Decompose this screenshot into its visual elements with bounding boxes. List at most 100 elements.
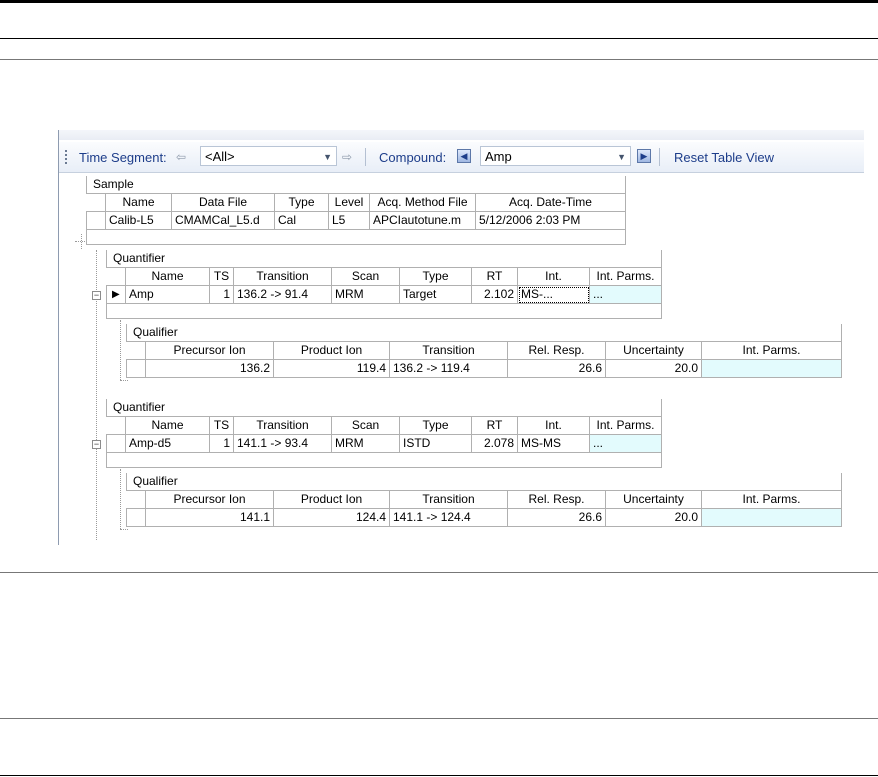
qualifier-uncertainty-cell[interactable]: 20.0 [606, 360, 702, 378]
page-top-rule [0, 0, 878, 3]
quantifier-ts-cell[interactable]: 1 [210, 286, 234, 304]
col-rt[interactable]: RT [472, 417, 518, 435]
quantifier-rt-cell[interactable]: 2.102 [472, 286, 518, 304]
qualifier-rel-resp-cell[interactable]: 26.6 [508, 360, 606, 378]
col-scan[interactable]: Scan [332, 268, 400, 286]
quantifier-type-cell[interactable]: Target [400, 286, 472, 304]
quantifier-scan-cell[interactable]: MRM [332, 286, 400, 304]
col-int[interactable]: Int. [518, 417, 590, 435]
qualifier-product-cell[interactable]: 124.4 [274, 509, 390, 527]
col-transition[interactable]: Transition [390, 342, 508, 360]
next-compound-right-arrow-icon[interactable]: ▶ [637, 149, 651, 163]
quantifier-scan-cell[interactable]: MRM [332, 435, 400, 453]
sample-row-header-blank [86, 194, 106, 212]
reset-table-view-button[interactable]: Reset Table View [674, 150, 774, 165]
col-int-parms[interactable]: Int. Parms. [702, 491, 842, 509]
col-name[interactable]: Name [106, 194, 172, 212]
quantifier-type-cell[interactable]: ISTD [400, 435, 472, 453]
time-segment-select[interactable]: <All> ▼ [200, 146, 337, 166]
quantifier-int-cell[interactable]: MS-... [518, 286, 590, 304]
qualifier-transition-cell[interactable]: 141.1 -> 124.4 [390, 509, 508, 527]
page-rule [0, 718, 878, 719]
col-ts[interactable]: TS [210, 268, 234, 286]
prev-time-segment-left-arrow-icon[interactable]: ⇦ [176, 150, 186, 164]
sample-name-cell[interactable]: Calib-L5 [106, 212, 172, 230]
table-toolbar: Time Segment: ⇦ <All> ▼ ⇨ Compound: ◀ Am… [59, 142, 864, 173]
page-rule [0, 59, 878, 60]
col-transition[interactable]: Transition [390, 491, 508, 509]
page-rule [0, 572, 878, 573]
collapse-minus-icon[interactable]: − [92, 291, 101, 300]
quantifier-name-cell[interactable]: Amp [126, 286, 210, 304]
time-segment-value: <All> [205, 149, 235, 164]
col-acq-date-time[interactable]: Acq. Date-Time [476, 194, 626, 212]
col-type[interactable]: Type [400, 268, 472, 286]
quantifier-int-parms-cell[interactable]: ... [590, 286, 662, 304]
quantifier-rt-cell[interactable]: 2.078 [472, 435, 518, 453]
col-int-parms[interactable]: Int. Parms. [590, 268, 662, 286]
panel-top-strip [59, 130, 864, 140]
col-precursor-ion[interactable]: Precursor Ion [146, 342, 274, 360]
col-scan[interactable]: Scan [332, 417, 400, 435]
quantifier-int-cell[interactable]: MS-MS [518, 435, 590, 453]
col-uncertainty[interactable]: Uncertainty [606, 342, 702, 360]
col-name[interactable]: Name [126, 268, 210, 286]
sample-level-cell[interactable]: L5 [329, 212, 370, 230]
col-name[interactable]: Name [126, 417, 210, 435]
col-transition[interactable]: Transition [234, 417, 332, 435]
qualifier-uncertainty-cell[interactable]: 20.0 [606, 509, 702, 527]
qualifier-precursor-cell[interactable]: 136.2 [146, 360, 274, 378]
compound-select[interactable]: Amp ▼ [480, 146, 631, 166]
col-level[interactable]: Level [329, 194, 370, 212]
col-product-ion[interactable]: Product Ion [274, 491, 390, 509]
quantifier-int-parms-cell[interactable]: ... [590, 435, 662, 453]
col-acq-method-file[interactable]: Acq. Method File [370, 194, 476, 212]
sample-method-cell[interactable]: APCIautotune.m [370, 212, 476, 230]
toolbar-grip[interactable] [65, 150, 67, 164]
next-time-segment-right-arrow-icon[interactable]: ⇨ [342, 150, 352, 164]
quantifier-ts-cell[interactable]: 1 [210, 435, 234, 453]
sample-date-cell[interactable]: 5/12/2006 2:03 PM [476, 212, 626, 230]
quantifier-row-header-blank [106, 417, 126, 435]
qualifier-row-selector[interactable] [126, 360, 146, 378]
qualifier-transition-cell[interactable]: 136.2 -> 119.4 [390, 360, 508, 378]
col-rel-resp[interactable]: Rel. Resp. [508, 342, 606, 360]
col-type[interactable]: Type [400, 417, 472, 435]
tree-line [120, 529, 128, 531]
col-type[interactable]: Type [275, 194, 329, 212]
qualifier-rel-resp-cell[interactable]: 26.6 [508, 509, 606, 527]
qualifier-band: Qualifier [126, 324, 842, 342]
col-rel-resp[interactable]: Rel. Resp. [508, 491, 606, 509]
col-int-parms[interactable]: Int. Parms. [590, 417, 662, 435]
col-ts[interactable]: TS [210, 417, 234, 435]
toolbar-separator [365, 148, 366, 166]
col-rt[interactable]: RT [472, 268, 518, 286]
col-data-file[interactable]: Data File [172, 194, 275, 212]
quantifier-row-selector[interactable]: ▶ [106, 286, 126, 304]
col-int[interactable]: Int. [518, 268, 590, 286]
quantifier-band: Quantifier [106, 250, 662, 268]
sample-data-file-cell[interactable]: CMAMCal_L5.d [172, 212, 275, 230]
page-rule [0, 38, 878, 39]
sample-type-cell[interactable]: Cal [275, 212, 329, 230]
col-transition[interactable]: Transition [234, 268, 332, 286]
qualifier-row-selector[interactable] [126, 509, 146, 527]
col-int-parms[interactable]: Int. Parms. [702, 342, 842, 360]
time-segment-label: Time Segment: [79, 150, 167, 165]
prev-compound-left-arrow-icon[interactable]: ◀ [457, 149, 471, 163]
qualifier-precursor-cell[interactable]: 141.1 [146, 509, 274, 527]
quantifier-transition-cell[interactable]: 141.1 -> 93.4 [234, 435, 332, 453]
qualifier-int-parms-cell[interactable] [702, 360, 842, 378]
collapse-minus-icon[interactable]: − [92, 440, 101, 449]
quantifier-row-header-blank [106, 268, 126, 286]
quantifier-transition-cell[interactable]: 136.2 -> 91.4 [234, 286, 332, 304]
col-product-ion[interactable]: Product Ion [274, 342, 390, 360]
qualifier-product-cell[interactable]: 119.4 [274, 360, 390, 378]
quantifier-name-cell[interactable]: Amp-d5 [126, 435, 210, 453]
col-uncertainty[interactable]: Uncertainty [606, 491, 702, 509]
sample-row-selector[interactable] [86, 212, 106, 230]
col-precursor-ion[interactable]: Precursor Ion [146, 491, 274, 509]
chevron-down-icon: ▼ [617, 152, 626, 162]
qualifier-int-parms-cell[interactable] [702, 509, 842, 527]
quantifier-row-selector[interactable] [106, 435, 126, 453]
